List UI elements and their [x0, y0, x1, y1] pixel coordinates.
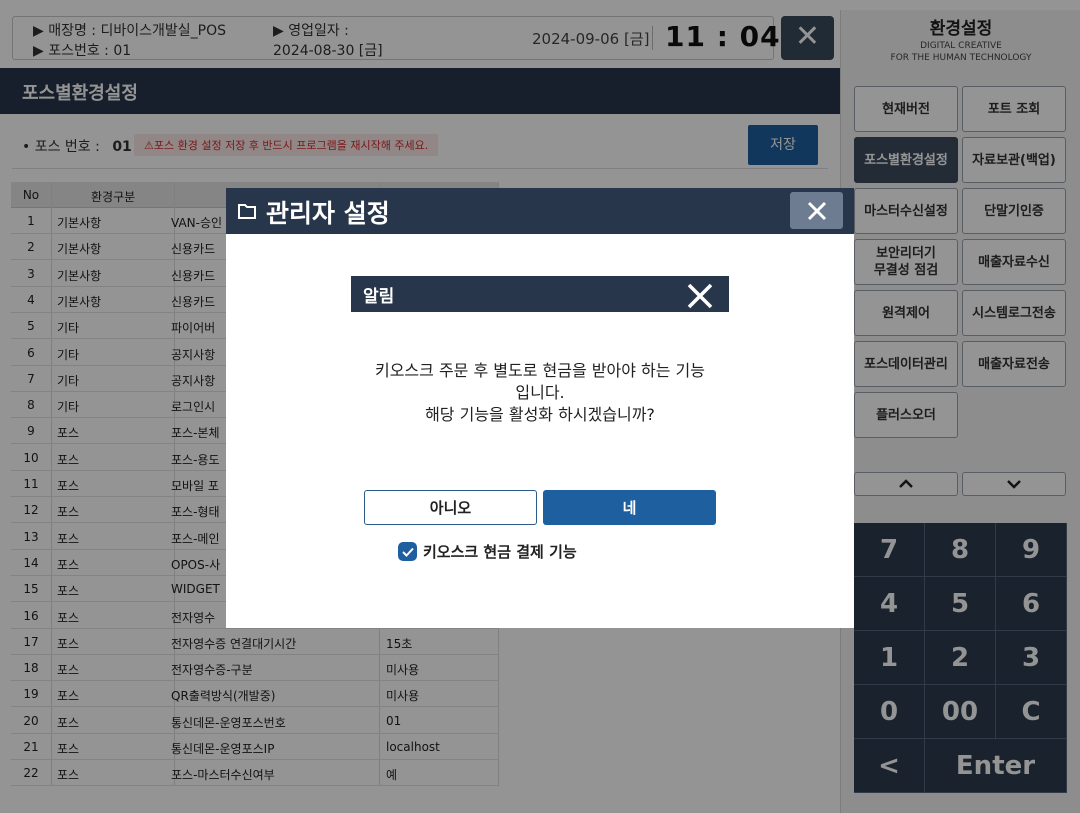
close-icon: [807, 201, 826, 220]
checkmark-icon: [401, 547, 414, 557]
admin-dialog-titlebar: 관리자 설정: [226, 188, 854, 234]
admin-dialog-title: 관리자 설정: [266, 199, 390, 228]
alert-message-line: 해당 기능을 활성화 하시겠습니까?: [425, 405, 655, 424]
admin-dialog-close-button[interactable]: [790, 192, 843, 229]
alert-close-button[interactable]: [685, 281, 715, 311]
kiosk-cash-label: 키오스크 현금 결제 기능: [423, 543, 577, 561]
alert-message-line: 키오스크 주문 후 별도로 현금을 받아야 하는 기능: [374, 361, 705, 380]
alert-titlebar: 알림: [351, 276, 729, 312]
alert-dialog: 알림 키오스크 주문 후 별도로 현금을 받아야 하는 기능 입니다. 해당 기…: [351, 276, 729, 540]
kiosk-cash-checkbox[interactable]: [398, 542, 417, 561]
yes-button[interactable]: 네: [543, 490, 716, 525]
folder-icon: [238, 204, 256, 219]
alert-message-line: 입니다.: [515, 383, 565, 402]
no-button[interactable]: 아니오: [364, 490, 537, 525]
alert-title: 알림: [363, 287, 395, 307]
close-icon: [687, 283, 713, 309]
kiosk-cash-payment-option[interactable]: 키오스크 현금 결제 기능: [398, 541, 577, 562]
alert-message: 키오스크 주문 후 별도로 현금을 받아야 하는 기능 입니다. 해당 기능을 …: [359, 360, 721, 426]
